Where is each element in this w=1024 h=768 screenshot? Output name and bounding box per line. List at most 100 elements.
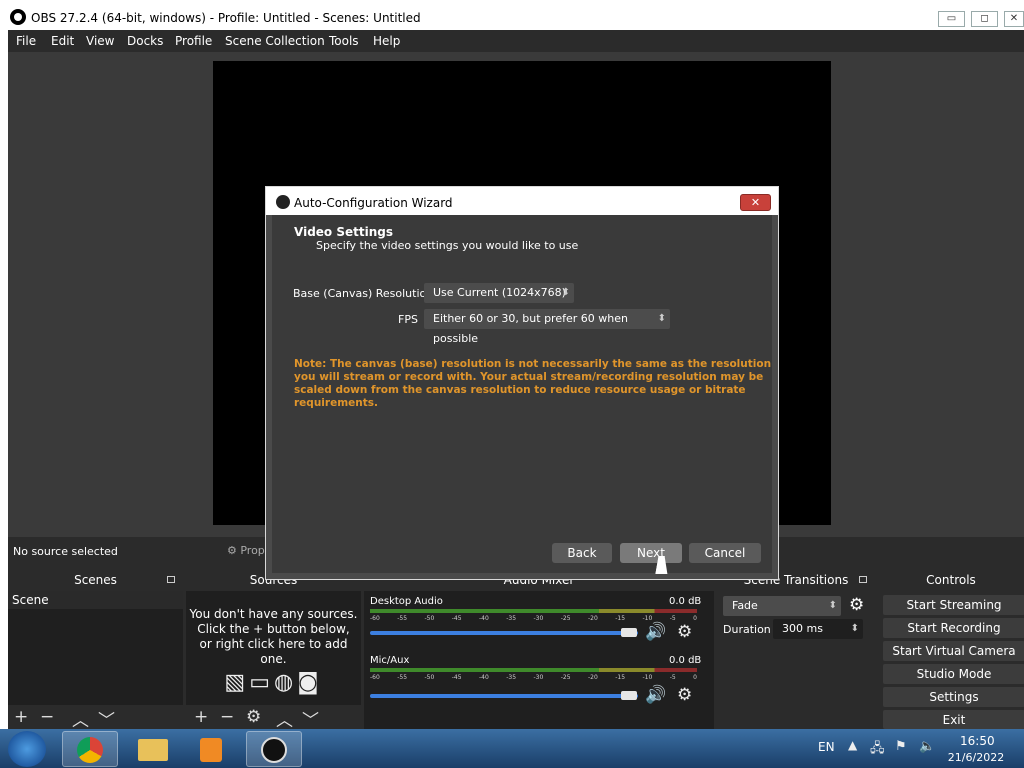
audio-mixer-dock: Audio Mixer Desktop Audio 0.0 dB -60 -55-… <box>364 569 714 729</box>
studio-mode-button[interactable]: Studio Mode <box>883 664 1024 684</box>
taskbar-media-player[interactable] <box>184 731 240 767</box>
fps-label: FPS <box>398 313 418 326</box>
start-button[interactable] <box>8 731 46 767</box>
dialog-title-bar: Auto-Configuration Wizard ✕ <box>266 187 778 215</box>
menu-scene-collection[interactable]: Scene Collection <box>225 34 325 48</box>
dialog-title: Auto-Configuration Wizard <box>294 196 453 210</box>
media-player-icon <box>200 738 222 762</box>
mixer-body: Desktop Audio 0.0 dB -60 -55 -50 -45 -40 -35-… <box>364 591 714 729</box>
chevron-down-icon[interactable]: ﹀ <box>98 706 115 731</box>
menu-view[interactable]: View <box>86 34 114 48</box>
network-icon[interactable]: 🖧 <box>870 739 885 761</box>
title-bar: OBS 27.2.4 (64-bit, windows) - Profile: … <box>0 0 1024 30</box>
clock-date[interactable]: 21/6/2022 <box>946 751 1006 764</box>
volume-meter <box>370 609 697 613</box>
scenes-dock: Scenes Scene + − ︿ ﹀ <box>8 569 183 731</box>
plus-icon[interactable]: + <box>194 707 208 727</box>
undock-icon[interactable] <box>859 576 867 583</box>
chevron-up-icon[interactable]: ︿ <box>276 706 293 731</box>
plus-icon[interactable]: + <box>14 707 28 727</box>
gear-icon[interactable]: ⚙ <box>246 707 261 727</box>
flag-icon[interactable]: ⚑ <box>895 739 907 754</box>
section-subheading: Specify the video settings you would lik… <box>316 239 579 252</box>
source-status: No source selected <box>13 545 118 558</box>
spinner-icon: ⬍ <box>850 623 859 634</box>
gear-icon[interactable]: ⚙ <box>677 685 692 705</box>
folder-icon <box>138 739 168 761</box>
obs-logo-icon <box>276 195 290 209</box>
camera-icon: ◙ <box>297 670 323 695</box>
taskbar-chrome[interactable] <box>62 731 118 767</box>
menu-file[interactable]: File <box>16 34 36 48</box>
cancel-button[interactable]: Cancel <box>689 543 761 563</box>
empty-line-3: or right click here to add one. <box>199 637 348 666</box>
volume-icon[interactable]: 🔈 <box>919 739 935 754</box>
clock-time[interactable]: 16:50 <box>960 734 995 748</box>
menu-docks[interactable]: Docks <box>127 34 163 48</box>
menu-help[interactable]: Help <box>373 34 400 48</box>
settings-button[interactable]: Settings <box>883 687 1024 707</box>
section-heading: Video Settings <box>294 225 393 239</box>
volume-slider[interactable] <box>370 694 638 698</box>
minus-icon[interactable]: − <box>40 707 54 727</box>
undock-icon[interactable] <box>167 576 175 583</box>
resolution-label: Base (Canvas) Resolution <box>293 287 434 300</box>
source-type-icons: ▧▭◍◙ <box>186 672 361 694</box>
start-virtual-camera-button[interactable]: Start Virtual Camera <box>883 641 1024 661</box>
menu-tools[interactable]: Tools <box>329 34 359 48</box>
scene-item[interactable]: Scene <box>8 591 183 609</box>
volume-slider-handle[interactable] <box>621 628 637 637</box>
start-recording-button[interactable]: Start Recording <box>883 618 1024 638</box>
window-frame <box>0 30 8 730</box>
scene-transitions-dock: Scene Transitions Fade ⬍ ⚙ Duration 300 m… <box>717 569 875 729</box>
speaker-icon[interactable]: 🔊 <box>645 622 666 642</box>
transition-select[interactable]: Fade ⬍ <box>723 596 841 616</box>
taskbar-explorer[interactable] <box>124 731 180 767</box>
language-indicator[interactable]: EN <box>818 740 835 754</box>
spinner-icon: ⬍ <box>657 313 666 324</box>
scenes-header: Scenes <box>8 569 183 591</box>
back-button[interactable]: Back <box>552 543 612 563</box>
menu-profile[interactable]: Profile <box>175 34 212 48</box>
sources-list[interactable]: You don't have any sources. Click the + … <box>186 591 361 705</box>
chevron-up-icon[interactable]: ︿ <box>72 706 89 731</box>
meter-ticks: -60 -55 -50 -45 -40 -35 -30 -25 -20 -15 -10 -5 0 <box>370 674 697 681</box>
obs-logo-icon <box>10 9 26 25</box>
gear-icon: ⚙ <box>227 544 241 557</box>
minimize-button[interactable]: ▭ <box>938 11 965 27</box>
volume-meter <box>370 668 697 672</box>
window-title: OBS 27.2.4 (64-bit, windows) - Profile: … <box>31 11 421 25</box>
auto-config-wizard-dialog: Auto-Configuration Wizard ✕ Video Settin… <box>265 186 779 580</box>
dialog-close-button[interactable]: ✕ <box>740 194 771 211</box>
controls-header: Controls <box>878 569 1024 591</box>
fps-select[interactable]: Either 60 or 30, but prefer 60 when poss… <box>424 309 670 345</box>
channel-name: Mic/Aux <box>370 655 410 666</box>
duration-input[interactable]: 300 ms ⬍ <box>773 619 863 639</box>
chevron-down-icon[interactable]: ﹀ <box>302 706 319 731</box>
taskbar-obs[interactable] <box>246 731 302 767</box>
channel-level: 0.0 dB <box>669 596 702 607</box>
exit-button[interactable]: Exit <box>883 710 1024 729</box>
resolution-select[interactable]: Use Current (1024x768) ⬍ <box>424 283 574 303</box>
menu-bar: File Edit View Docks Profile Scene Colle… <box>8 30 1024 52</box>
volume-slider[interactable] <box>370 631 638 635</box>
minus-icon[interactable]: − <box>220 707 234 727</box>
gear-icon[interactable]: ⚙ <box>677 622 692 642</box>
next-button[interactable]: Next <box>620 543 682 563</box>
start-streaming-button[interactable]: Start Streaming <box>883 595 1024 615</box>
menu-edit[interactable]: Edit <box>51 34 74 48</box>
gear-icon[interactable]: ⚙ <box>849 595 864 615</box>
scenes-list: Scene <box>8 591 183 705</box>
globe-icon: ◍ <box>274 670 298 695</box>
resolution-note: Note: The canvas (base) resolution is no… <box>294 358 772 409</box>
speaker-icon[interactable]: 🔊 <box>645 685 666 705</box>
window-close-button[interactable]: ✕ <box>1004 11 1024 27</box>
spinner-icon: ⬍ <box>828 600 837 611</box>
channel-level: 0.0 dB <box>669 655 702 666</box>
monitor-icon: ▭ <box>249 670 275 695</box>
volume-slider-handle[interactable] <box>621 691 637 700</box>
empty-line-2: Click the + button below, <box>197 622 350 636</box>
sources-dock: Sources You don't have any sources. Clic… <box>186 569 361 731</box>
tray-arrow-icon[interactable]: ▲ <box>848 738 857 752</box>
restore-button[interactable]: ◻ <box>971 11 998 27</box>
